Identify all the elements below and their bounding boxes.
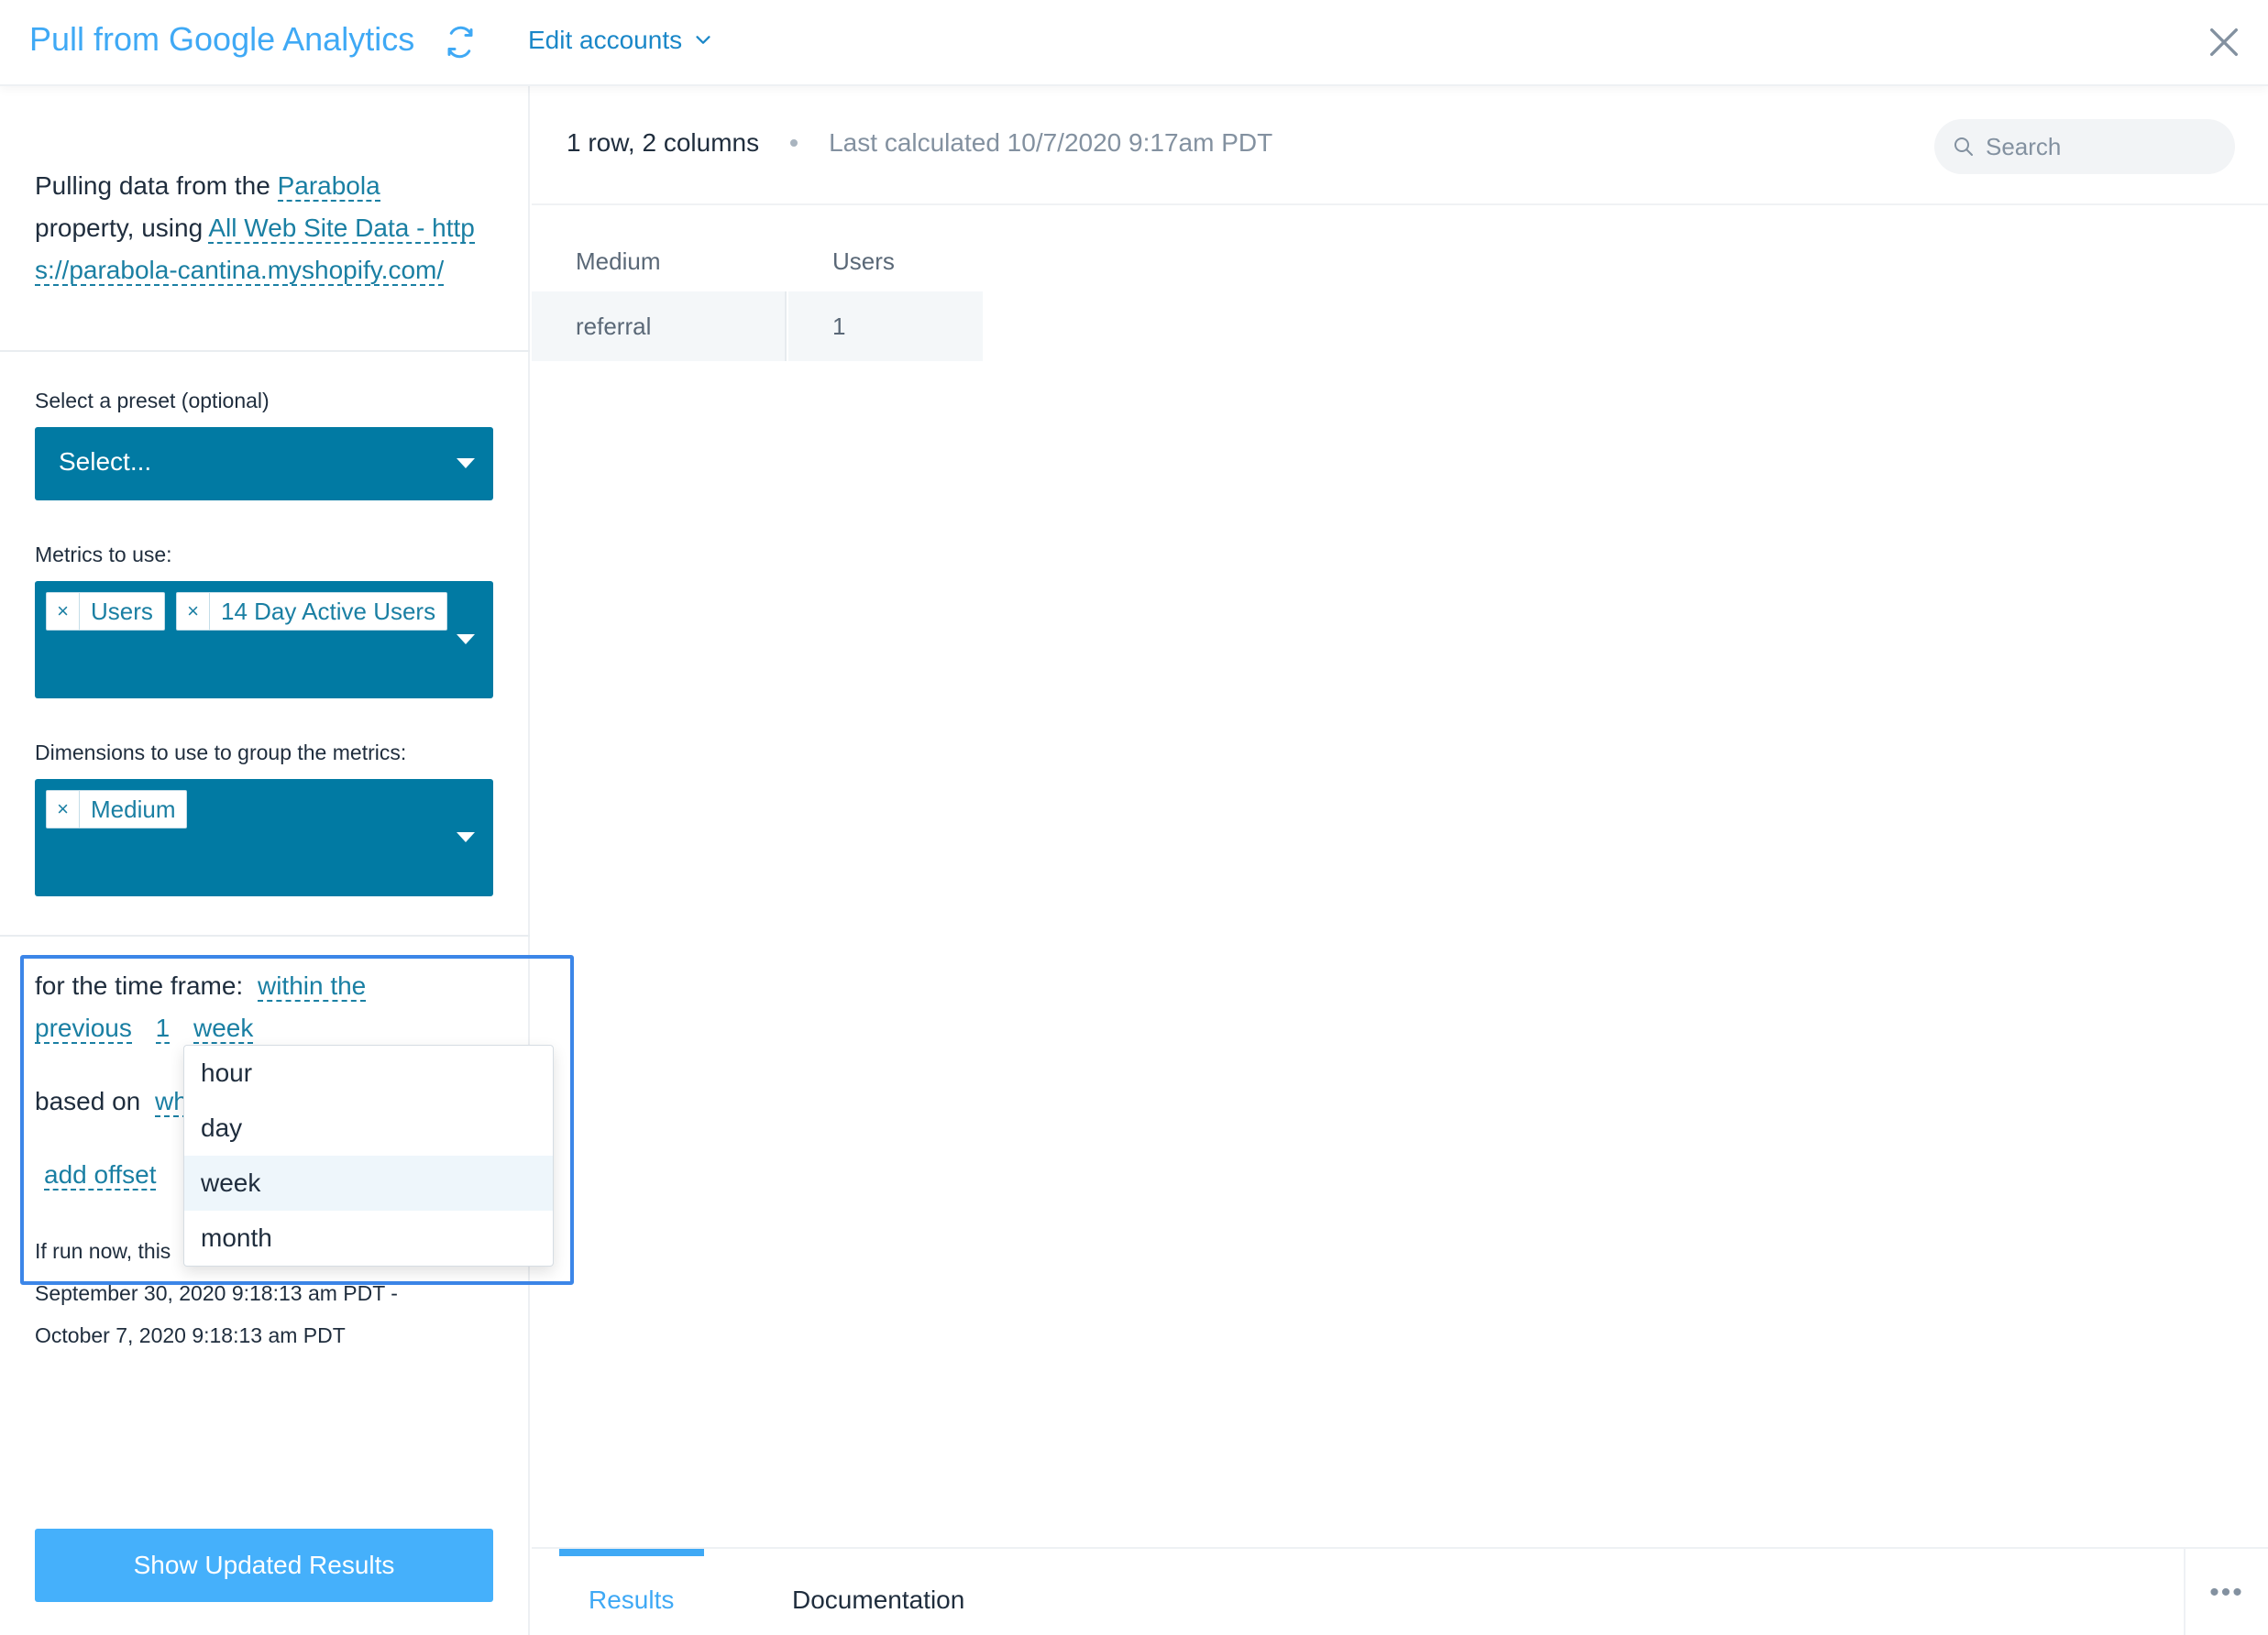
table-cell: 1 (788, 291, 983, 361)
timeframe-line-2: previous 1 week (35, 1014, 254, 1044)
page-title: Pull from Google Analytics (29, 20, 415, 58)
divider (0, 350, 530, 352)
metric-tag-label: 14 Day Active Users (221, 597, 436, 625)
property-link[interactable]: Parabola (277, 171, 380, 202)
results-panel: 1 row, 2 columns Last calculated 10/7/20… (532, 86, 2268, 1635)
metrics-label: Metrics to use: (35, 543, 172, 566)
settings-panel: Pulling data from the Parabola property,… (0, 86, 530, 1635)
dimensions-label: Dimensions to use to group the metrics: (35, 741, 407, 764)
column-header-users[interactable]: Users (832, 247, 895, 276)
remove-tag-icon[interactable]: × (47, 593, 80, 630)
column-header-medium[interactable]: Medium (576, 247, 660, 276)
edit-accounts-button[interactable]: Edit accounts (528, 26, 713, 55)
run-now-range-start: September 30, 2020 9:18:13 am PDT - (35, 1281, 398, 1305)
metric-tag: × 14 Day Active Users (176, 592, 448, 631)
bottom-tab-bar: Results Documentation ••• (532, 1547, 2268, 1635)
unit-dropdown-menu: hour day week month (183, 1045, 554, 1267)
caret-down-icon (457, 832, 475, 842)
row-column-count: 1 row, 2 columns (567, 128, 760, 157)
remove-tag-icon[interactable]: × (47, 791, 80, 828)
dropdown-option-month[interactable]: month (184, 1211, 553, 1266)
add-offset-link[interactable]: add offset (44, 1160, 157, 1191)
more-options-button[interactable]: ••• (2184, 1549, 2268, 1635)
close-icon[interactable] (2206, 24, 2242, 60)
more-icon: ••• (2209, 1577, 2244, 1608)
metric-tag-label: Users (91, 597, 153, 625)
divider (532, 203, 2268, 205)
dropdown-option-week[interactable]: week (184, 1156, 553, 1211)
dimensions-select[interactable]: × Medium (35, 779, 493, 896)
header: Pull from Google Analytics Edit accounts (0, 0, 2268, 86)
bullet-separator (790, 139, 798, 147)
metric-tag: × Users (46, 592, 165, 631)
caret-down-icon (457, 634, 475, 644)
search-icon (1954, 137, 1973, 156)
active-tab-indicator (559, 1549, 704, 1556)
chevron-down-icon (696, 36, 710, 44)
tab-results[interactable]: Results (589, 1586, 674, 1615)
timeframe-line: for the time frame: within the (35, 971, 367, 1002)
timeframe-unit-link[interactable]: week (193, 1014, 254, 1044)
preset-label: Select a preset (optional) (35, 389, 270, 412)
dropdown-option-day[interactable]: day (184, 1101, 553, 1156)
preset-placeholder: Select... (59, 447, 152, 476)
dimension-tag: × Medium (46, 790, 188, 828)
search-input[interactable] (1986, 132, 2224, 161)
last-calculated: Last calculated 10/7/2020 9:17am PDT (829, 128, 1273, 157)
table-cell: referral (532, 291, 787, 361)
run-now-range-end: October 7, 2020 9:18:13 am PDT (35, 1323, 346, 1347)
add-offset-line: add offset (44, 1160, 157, 1191)
remove-tag-icon[interactable]: × (177, 593, 210, 630)
edit-accounts-label: Edit accounts (528, 26, 683, 54)
search-box[interactable] (1934, 119, 2235, 174)
tab-documentation[interactable]: Documentation (792, 1586, 964, 1615)
preset-select[interactable]: Select... (35, 427, 493, 500)
source-description: Pulling data from the Parabola property,… (35, 171, 475, 286)
refresh-icon[interactable] (444, 26, 477, 59)
based-on-line: based on wh (35, 1087, 188, 1117)
dropdown-option-hour[interactable]: hour (184, 1046, 553, 1101)
metrics-select[interactable]: × Users × 14 Day Active Users (35, 581, 493, 698)
timeframe-direction-link[interactable]: previous (35, 1014, 132, 1044)
show-updated-results-button[interactable]: Show Updated Results (35, 1529, 493, 1602)
timeframe-amount-link[interactable]: 1 (155, 1014, 171, 1044)
dimension-tag-label: Medium (91, 795, 176, 823)
caret-down-icon (457, 458, 475, 468)
run-now-prefix: If run now, this (35, 1239, 171, 1263)
timeframe-mode-link[interactable]: within the (257, 971, 367, 1002)
divider (0, 935, 530, 937)
results-summary: 1 row, 2 columns Last calculated 10/7/20… (567, 128, 1272, 158)
